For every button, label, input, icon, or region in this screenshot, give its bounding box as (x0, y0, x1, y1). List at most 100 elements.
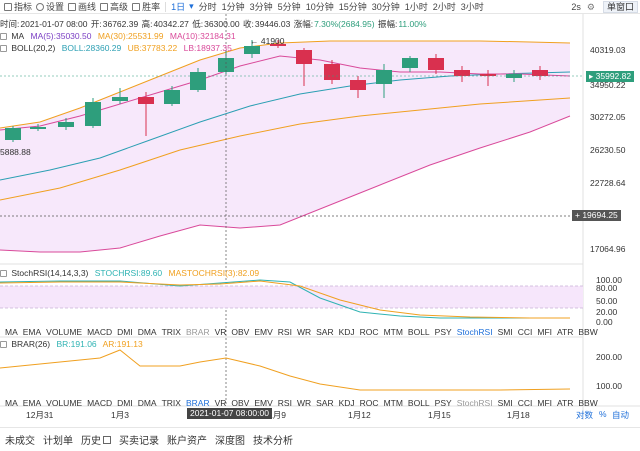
indicator-tab[interactable]: EMA (23, 327, 41, 337)
axis-tick-label: 17064.96 (590, 244, 626, 254)
candle-body (376, 70, 392, 84)
time-tick-label: 12月31 (26, 410, 54, 420)
ma5-value: MA(5):35030.50 (30, 31, 92, 41)
indicator-tab[interactable]: DMI (117, 398, 133, 408)
indicator-tab[interactable]: TRIX (162, 327, 181, 337)
candle-body (454, 70, 470, 76)
percent-scale-toggle[interactable]: % (599, 409, 607, 419)
indicator-tab[interactable]: ROC (360, 327, 379, 337)
candle-body (164, 90, 180, 104)
indicator-tab[interactable]: BRAR (186, 327, 210, 337)
indicator-tab[interactable]: MTM (384, 398, 403, 408)
tab-account-assets[interactable]: 账户资产 (167, 432, 207, 447)
indicator-tab[interactable]: MFI (537, 398, 552, 408)
indicator-tab[interactable]: BBW (578, 398, 597, 408)
indicator-tab[interactable]: OBV (231, 398, 249, 408)
indicator-tab[interactable]: OBV (231, 327, 249, 337)
indicator-tab[interactable]: RSI (278, 327, 292, 337)
indicator-tab[interactable]: SAR (316, 398, 333, 408)
crosshair-time-tag: 2021-01-07 08:00:00 (187, 408, 272, 419)
chart-canvas[interactable] (0, 0, 640, 451)
indicator-tab[interactable]: StochRSI (457, 327, 493, 337)
axis-tick-label: 0.00 (596, 317, 613, 327)
tab-history[interactable]: 历史 (81, 432, 111, 447)
indicator-tab[interactable]: BRAR (186, 398, 210, 408)
low-price-marker: 5888.88 (0, 147, 31, 157)
indicator-tab[interactable]: RSI (278, 398, 292, 408)
tab-plan-orders[interactable]: 计划单 (43, 432, 73, 447)
indicator-tab[interactable]: ROC (360, 398, 379, 408)
indicator-tab[interactable]: WR (297, 398, 311, 408)
axis-tick-label: 22728.64 (590, 178, 626, 188)
indicator-tab[interactable]: PSY (435, 398, 452, 408)
indicator-tab[interactable]: MTM (384, 327, 403, 337)
indicator-tab[interactable]: MA (5, 327, 18, 337)
indicator-tab[interactable]: KDJ (339, 398, 355, 408)
indicator-tab[interactable]: TRIX (162, 398, 181, 408)
boll-ub-value: UB:37783.22 (127, 43, 178, 53)
stochrsi-value: STOCHRSI:89.60 (94, 268, 163, 278)
legend-toggle-icon[interactable] (0, 45, 7, 52)
candle-body (428, 58, 444, 70)
high-price-marker: ← 41900 (250, 36, 285, 46)
indicator-tab[interactable]: MACD (87, 398, 112, 408)
indicator-tab[interactable]: PSY (435, 327, 452, 337)
indicator-tab[interactable]: DMI (117, 327, 133, 337)
external-link-icon[interactable] (103, 435, 111, 444)
mastochrsi-value: MASTOCHRSI(3):82.09 (168, 268, 260, 278)
legend-toggle-icon[interactable] (0, 341, 7, 348)
indicator-tab[interactable]: MA (5, 398, 18, 408)
tab-trade-records[interactable]: 买卖记录 (119, 432, 159, 447)
tab-open-orders[interactable]: 未成交 (5, 432, 35, 447)
indicator-tab[interactable]: WR (297, 327, 311, 337)
info-change: 7.30%(2684.95) (314, 19, 375, 29)
time-tick-label: 1月3 (111, 410, 129, 420)
indicator-tab[interactable]: EMA (23, 398, 41, 408)
trading-chart-app: 指标 设置 画线 高级 胜率 1日 ▾ 分时 1分钟 3分钟 5分钟 10分钟 15分钟 3… (0, 0, 640, 451)
indicator-tab[interactable]: VOLUME (46, 327, 82, 337)
indicator-tab[interactable]: SMI (498, 327, 513, 337)
indicator-tab[interactable]: SAR (316, 327, 333, 337)
indicator-tab[interactable]: EMV (254, 398, 272, 408)
legend-toggle-icon[interactable] (0, 270, 7, 277)
indicator-tab[interactable]: DMA (138, 398, 157, 408)
tab-technical-analysis[interactable]: 技术分析 (253, 432, 293, 447)
candle-body (402, 58, 418, 68)
indicator-tab[interactable]: DMA (138, 327, 157, 337)
indicator-tab[interactable]: VOLUME (46, 398, 82, 408)
legend-toggle-icon[interactable] (0, 33, 7, 40)
indicator-tab[interactable]: KDJ (339, 327, 355, 337)
auto-scale-toggle[interactable]: 自动 (612, 409, 629, 421)
axis-tick-label: 26230.50 (590, 145, 626, 155)
indicator-tab[interactable]: BOLL (408, 398, 430, 408)
info-open: 36762.39 (102, 19, 139, 29)
indicator-tab[interactable]: ATR (557, 398, 573, 408)
indicator-tab[interactable]: VR (215, 398, 227, 408)
ma10-value: MA(10):32184.31 (169, 31, 236, 41)
info-amplitude: 11.00% (398, 19, 427, 29)
indicator-tab[interactable]: SMI (498, 398, 513, 408)
log-scale-toggle[interactable]: 对数 (576, 409, 593, 421)
stochrsi-legend: StochRSI(14,14,3,3) STOCHRSI:89.60 MASTO… (0, 268, 263, 278)
candle-body (138, 97, 154, 104)
indicator-tab[interactable]: MACD (87, 327, 112, 337)
indicator-tab[interactable]: CCI (518, 398, 533, 408)
ma30-value: MA(30):25531.99 (97, 31, 164, 41)
indicator-tab[interactable]: StochRSI (457, 398, 493, 408)
boll-lb-value: LB:18937.35 (183, 43, 232, 53)
candle-body (5, 128, 21, 140)
candle-body (190, 72, 206, 90)
tab-depth-chart[interactable]: 深度图 (215, 432, 245, 447)
axis-tick-label: 200.00 (596, 352, 622, 362)
indicator-tab[interactable]: BOLL (408, 327, 430, 337)
candle-body (532, 70, 548, 76)
indicator-tab[interactable]: VR (215, 327, 227, 337)
indicator-tab[interactable]: MFI (537, 327, 552, 337)
bottom-tab-bar: 未成交 计划单 历史 买卖记录 账户资产 深度图 技术分析 (0, 427, 640, 451)
indicator-tab[interactable]: ATR (557, 327, 573, 337)
indicator-tab[interactable]: EMV (254, 327, 272, 337)
info-low: 36300.00 (204, 19, 240, 29)
indicator-tabs-main: MA EMA VOLUME MACD DMI DMA TRIX BRAR VR OBV EMV RSI… (0, 326, 598, 338)
indicator-tab[interactable]: BBW (578, 327, 597, 337)
indicator-tab[interactable]: CCI (518, 327, 533, 337)
